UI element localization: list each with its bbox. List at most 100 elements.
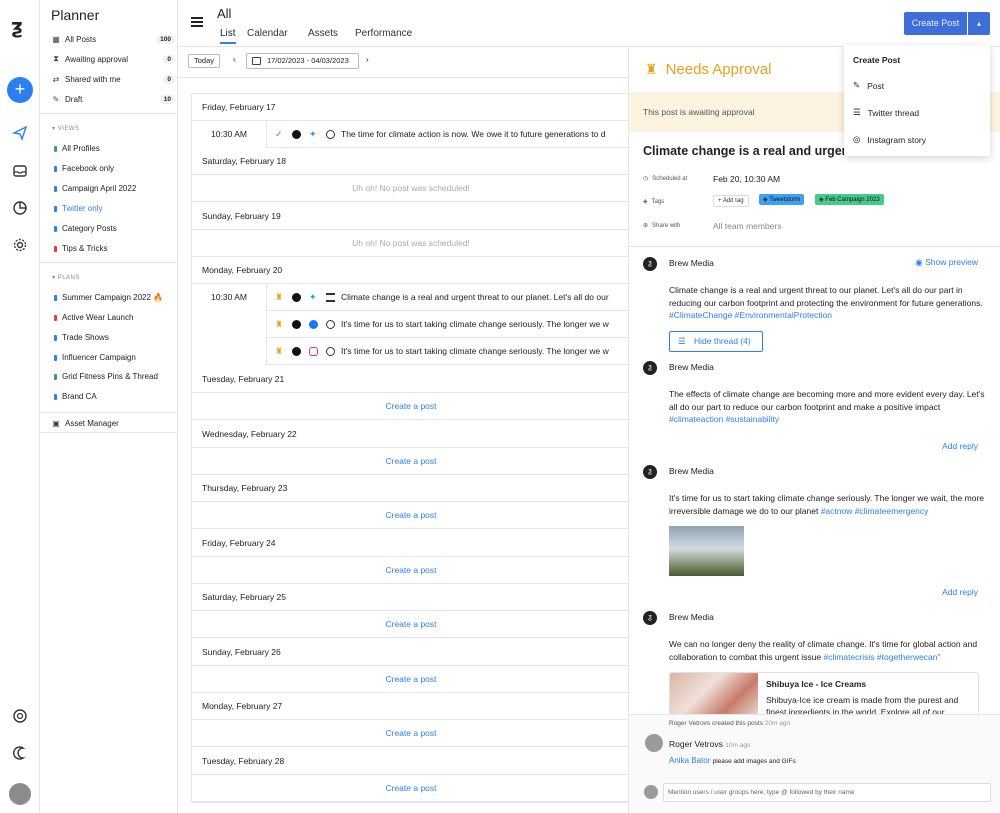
post-row[interactable]: ✓ ✦ The time for climate action is now. … [266,121,630,148]
sidebar-item-label: Shared with me [65,74,121,84]
post-row[interactable]: ♜ It's time for us to start taking clima… [266,311,630,338]
account-avatar: ƺ [643,257,657,271]
tab-performance[interactable]: Performance [355,28,412,39]
create-post-link[interactable]: Create a post [192,502,630,529]
create-post-link[interactable]: Create a post [192,720,630,747]
date-range-picker[interactable]: 17/02/2023 - 04/03/2023 [246,53,359,69]
dark-mode-icon[interactable] [12,745,28,761]
view-campaign-april[interactable]: Campaign April 2022 [54,184,136,193]
today-button[interactable]: Today [188,54,221,68]
user-avatar[interactable] [9,783,31,805]
empty-day-message: Uh oh! No post was scheduled! [192,175,630,202]
view-facebook-only[interactable]: Facebook only [54,164,114,173]
add-tag-button[interactable]: + Add tag [713,195,749,207]
status-heading: ♜ Needs Approval [645,61,772,78]
create-post-link[interactable]: Create a post [192,775,630,802]
views-heading[interactable]: ▾ VIEWS [52,125,80,132]
grid-icon: ▦ [52,34,60,44]
send-icon[interactable] [12,125,28,141]
view-twitter-only[interactable]: Twitter only [54,204,102,213]
commenter-avatar [645,734,663,752]
account-name: Brew Media [669,612,714,622]
plan-summer-campaign[interactable]: Summer Campaign 2022 🔥 [54,293,163,302]
globe-icon [326,346,335,356]
facebook-icon [309,319,318,329]
tab-assets[interactable]: Assets [308,28,338,39]
create-post-link[interactable]: Create a post [192,448,630,475]
next-arrow-icon[interactable]: › [366,55,369,64]
hide-thread-button[interactable]: ☰ Hide thread (4) [669,331,763,352]
post-image[interactable] [669,526,744,576]
tag-icon: ◈ [643,199,648,205]
sidebar-item-draft[interactable]: ✎ Draft 10 [51,91,175,107]
plan-brand-ca[interactable]: Brand CA [54,392,97,401]
analytics-icon[interactable] [12,200,28,216]
show-preview-button[interactable]: ◉ Show preview [915,257,978,268]
sidebar-item-awaiting-approval[interactable]: ⧗ Awaiting approval 0 [51,51,175,67]
day-header: Saturday, February 18 [192,148,630,175]
menu-item-twitter-thread[interactable]: ☰ Twitter thread [853,107,919,118]
view-category-posts[interactable]: Category Posts [54,224,117,233]
tag-chip[interactable]: ◈ Tweetstorm [759,194,805,205]
post-detail-panel: ♜ Needs Approval This post is awaiting ap… [628,48,1000,813]
post-title: Climate change is a real and urgent th [643,144,863,158]
tab-list[interactable]: List [220,28,236,44]
link-description: Shibuya-Ice ice cream is made from the p… [766,695,959,716]
account-name: Brew Media [669,466,714,476]
post-row[interactable]: ♜ ✦ Climate change is a real and urgent … [266,284,630,311]
asset-manager-link[interactable]: ▣ Asset Manager [51,415,175,431]
plans-heading[interactable]: ▾ PLANS [52,274,80,281]
plan-grid-fitness[interactable]: Grid Fitness Pins & Thread [54,372,158,381]
day-header: Thursday, February 23 [192,475,630,502]
add-reply-link[interactable]: Add reply [942,441,978,451]
menu-icon[interactable] [191,17,203,27]
plan-trade-shows[interactable]: Trade Shows [54,333,109,342]
plan-active-wear[interactable]: Active Wear Launch [54,313,133,322]
tag-chip[interactable]: ◈ Feb Campaign 2023 [815,194,884,205]
create-post-dropdown-toggle[interactable]: ▴ [968,12,990,35]
view-tips-tricks[interactable]: Tips & Tricks [54,244,107,253]
comment-input[interactable]: Mention users / user groups here, type @… [663,783,991,802]
post-row[interactable]: ♜ It's time for us to start taking clima… [266,338,630,365]
create-post-link[interactable]: Create a post [192,611,630,638]
view-all-profiles[interactable]: All Profiles [54,144,100,153]
sidebar-item-all-posts[interactable]: ▦ All Posts 100 [51,31,175,47]
prev-arrow-icon[interactable]: ‹ [233,55,236,64]
plan-influencer[interactable]: Influencer Campaign [54,353,136,362]
create-post-link[interactable]: Create a post [192,557,630,584]
pencil-icon: ✎ [853,80,861,90]
day-header: Friday, February 17 [192,94,630,121]
instagram-icon [309,346,318,356]
account-avatar-icon [292,346,301,356]
approval-icon: ♜ [275,318,284,329]
account-avatar: ƺ [643,611,657,625]
menu-item-post[interactable]: ✎ Post [853,80,884,91]
help-icon[interactable] [12,708,28,724]
link-title: Shibuya Ice - Ice Creams [766,679,867,689]
link-preview-card[interactable]: Shibuya Ice - Ice Creams Shibuya-Ice ice… [669,672,979,716]
divider [40,113,178,114]
add-reply-link[interactable]: Add reply [942,587,978,597]
activity-footer: Roger Vetrovs created this posts 20m ago… [629,714,1000,813]
inbox-icon[interactable] [12,163,28,179]
calendar-icon [252,57,261,65]
compose-button[interactable]: + [7,77,33,103]
day-header: Sunday, February 19 [192,203,630,230]
approval-icon: ♜ [645,61,658,77]
post-preview-text: Climate change is a real and urgent thre… [341,292,609,302]
sidebar-item-label: All Posts [65,34,97,44]
sidebar-item-shared-with-me[interactable]: ⇄ Shared with me 0 [51,71,175,87]
settings-icon[interactable] [12,237,28,253]
create-post-link[interactable]: Create a post [192,393,630,420]
tab-calendar[interactable]: Calendar [247,28,288,39]
comment-author: Roger Vetrovs 10m ago [669,739,751,749]
thread-icon: ☰ [678,336,686,346]
create-post-button[interactable]: Create Post [904,12,967,35]
draft-icon: ✎ [52,94,60,104]
scheduled-value[interactable]: Feb 20, 10:30 AM [713,174,780,184]
menu-title: Create Post [853,55,901,65]
share-value[interactable]: All team members [713,221,782,231]
menu-item-instagram-story[interactable]: ◎ Instagram story [853,134,926,145]
create-post-link[interactable]: Create a post [192,666,630,693]
thread-icon [326,292,335,302]
